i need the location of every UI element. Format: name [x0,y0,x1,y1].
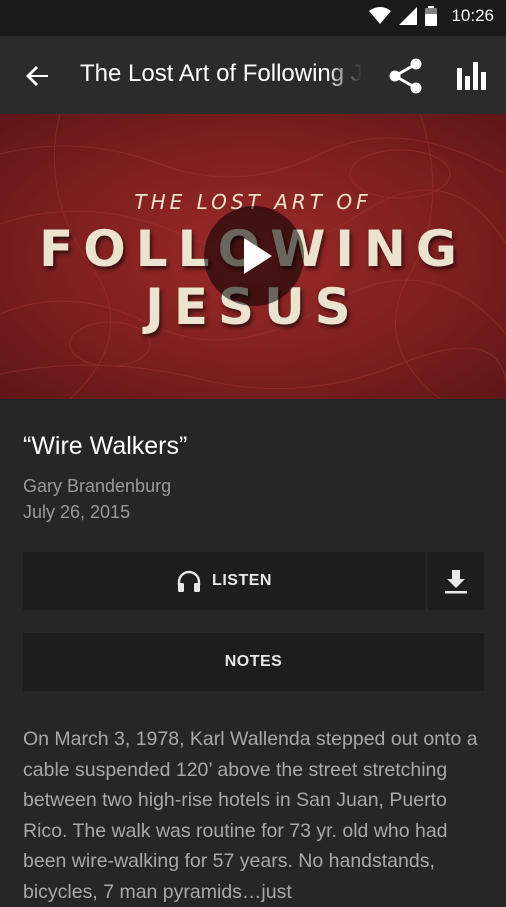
share-icon[interactable] [386,56,426,96]
arrow-left-icon[interactable] [22,60,54,92]
play-button[interactable] [204,206,304,306]
sermon-date: July 26, 2015 [23,502,131,522]
status-bar: 10:26 [0,0,506,36]
download-icon [445,570,467,594]
sermon-artwork: THE LOST ART OF FOLLOWING JESUS [0,114,506,399]
headphones-icon [177,570,201,592]
download-button[interactable] [428,552,484,610]
battery-icon [425,6,438,26]
sermon-description: On March 3, 1978, Karl Wallenda stepped … [23,728,478,903]
bar-chart-icon[interactable] [455,58,491,94]
status-time: 10:26 [451,6,494,25]
play-icon [244,238,272,274]
notes-button[interactable]: NOTES [23,633,484,691]
listen-button[interactable]: LISTEN [23,552,425,610]
wifi-icon [369,7,392,24]
cell-signal-icon [399,7,418,25]
page-title: The Lost Art of Following Jesus [80,60,362,88]
app-bar: The Lost Art of Following Jesus [0,36,506,114]
sermon-title: “Wire Walkers” [23,432,188,460]
speaker-name: Gary Brandenburg [23,476,172,496]
listen-label: LISTEN [212,572,272,589]
notes-label: NOTES [224,653,283,670]
